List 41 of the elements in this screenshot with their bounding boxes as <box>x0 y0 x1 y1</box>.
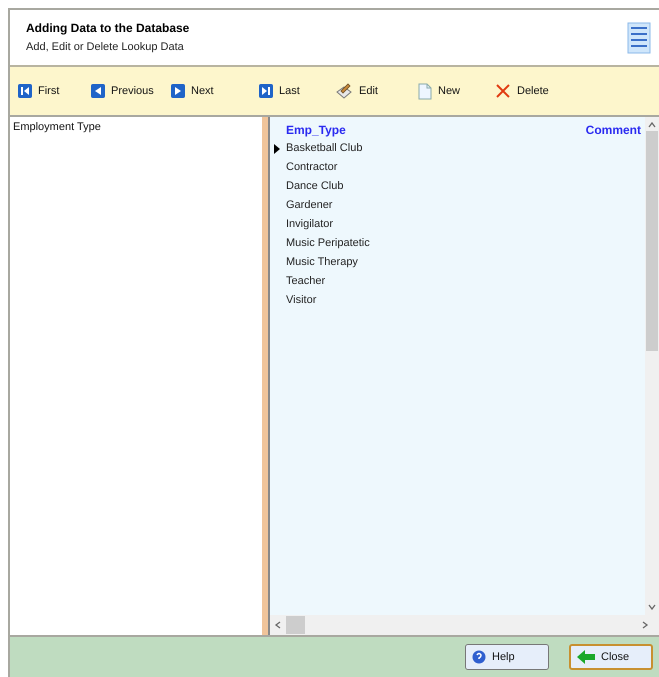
table-cell-text: Dance Club <box>286 179 344 194</box>
splitter[interactable] <box>262 117 270 635</box>
last-icon <box>259 84 273 98</box>
previous-button[interactable]: Previous <box>91 80 171 102</box>
scroll-thumb[interactable] <box>286 616 305 634</box>
table-cell-text: Contractor <box>286 160 338 176</box>
scroll-down-icon[interactable] <box>648 603 656 611</box>
table-cell-text: Teacher <box>286 274 326 290</box>
help-button[interactable]: Help <box>465 644 549 670</box>
table-cell-text: Visitor <box>286 293 316 308</box>
table-cell-text: Invigilator <box>286 217 334 232</box>
close-button[interactable]: Close <box>569 644 653 670</box>
horizontal-scrollbar[interactable] <box>270 615 659 635</box>
header-subtitle: Add, Edit or Delete Lookup Data <box>26 40 185 56</box>
vertical-scrollbar[interactable] <box>645 117 659 615</box>
table-cell-text: Music Peripatetic <box>286 236 370 252</box>
edit-button[interactable]: Edit <box>335 80 418 102</box>
delete-icon <box>495 83 511 99</box>
previous-icon <box>91 84 105 98</box>
scroll-right-icon[interactable] <box>641 621 649 629</box>
table-cell-text: Basketball Club <box>286 141 362 156</box>
scroll-thumb[interactable] <box>646 131 658 351</box>
column-header[interactable]: Emp_Type <box>286 121 346 139</box>
delete-button[interactable]: Delete <box>495 80 575 102</box>
header-title: Adding Data to the Database <box>26 20 190 38</box>
first-button[interactable]: First <box>18 80 91 102</box>
scroll-up-icon[interactable] <box>648 121 656 129</box>
lookup-list-item[interactable]: Employment Type <box>12 119 262 136</box>
help-icon <box>472 650 486 664</box>
new-document-icon <box>418 82 432 100</box>
first-icon <box>18 84 32 98</box>
table-cell-text: Gardener <box>286 198 332 214</box>
table-cell-text: Music Therapy <box>286 255 358 270</box>
edit-icon <box>335 83 353 99</box>
next-icon <box>171 84 185 98</box>
scroll-left-icon[interactable] <box>274 621 282 629</box>
column-header[interactable]: Comment <box>586 121 641 139</box>
last-button[interactable]: Last <box>259 80 335 102</box>
new-button[interactable]: New <box>418 80 495 102</box>
next-button[interactable]: Next <box>171 80 259 102</box>
back-arrow-icon <box>577 650 595 664</box>
